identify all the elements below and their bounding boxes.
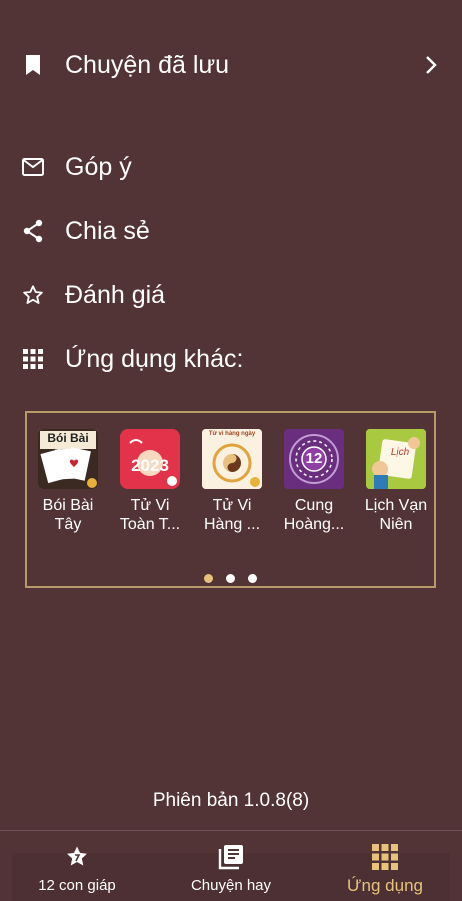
menu-label: Góp ý [65,152,132,181]
menu-label: Đánh giá [65,280,166,309]
tab-12-con-giap[interactable]: 12 con giáp [0,831,154,901]
menu-item-rate[interactable]: Đánh giá [0,267,462,323]
tab-ung-dung[interactable]: Ứng dụng [308,831,462,901]
pager-dot[interactable] [226,574,235,583]
pager-dot[interactable] [248,574,257,583]
tile-text: Tử vi hàng ngày [208,431,256,437]
pager-dot-active[interactable] [204,574,213,583]
tu-vi-2023-app-icon: 2023 [120,429,180,489]
star-icon [63,843,91,871]
tu-vi-hang-ngay-app-icon: Tử vi hàng ngày [202,429,262,489]
version-label: Phiên bản 1.0.8(8) [152,790,310,811]
tab-label: 12 con giáp [38,877,116,894]
menu-item-share[interactable]: Chia sẻ [0,203,462,259]
menu-label: Chia sẻ [65,216,150,245]
grid-icon [371,843,399,871]
book-icon [217,843,245,871]
tab-label: Chuyện hay [190,877,272,894]
boi-bai-app-icon: Bói Bài [38,429,98,489]
bookmark-icon [20,52,46,78]
pager-dots [27,574,434,583]
zodiac-app-icon: 12 [284,429,344,489]
other-apps-carousel[interactable]: Bói Bài Bói BàiTây 2023 Tử ViToàn T... [25,411,436,588]
tile-text: 12 [305,450,323,467]
tile-text: 2023 [131,456,169,475]
tab-label: Ứng dụng [347,876,423,895]
app-name: Tử Vi Toàn T... [119,497,181,533]
app-item-tu-vi-toan-thu[interactable]: 2023 Tử Vi Toàn T... [109,429,191,534]
app-item-lich-van-nien[interactable]: Lịch Lịch Vạn Niên [355,429,437,534]
app-item-cung-hoang-dao[interactable]: 12 Cung Hoàng... [273,429,355,534]
menu-item-feedback[interactable]: Góp ý [0,139,462,195]
app-item-tu-vi-hang-ngay[interactable]: Tử vi hàng ngày Tử Vi Hàng ... [191,429,273,534]
share-icon [20,218,46,244]
lich-van-nien-app-icon: Lịch [366,429,426,489]
app-name: Lịch Vạn Niên [364,497,428,533]
app-name: Bói Bài Tây [42,497,94,533]
mail-icon [20,154,46,180]
app-item-boi-bai-tay[interactable]: Bói Bài Bói Bài Tây [27,429,109,534]
chevron-right-icon [422,52,440,78]
star-outline-icon [20,282,46,308]
menu-item-saved-stories[interactable]: Chuyện đã lưu [0,37,462,93]
app-name: Tử Vi Hàng ... [203,497,261,533]
grid-icon [20,346,46,372]
tab-chuyen-hay[interactable]: Chuyện hay [154,831,308,901]
app-name: Cung Hoàng... [283,497,345,533]
tile-text: Lịch [390,447,410,458]
section-label: Ứng dụng khác: [65,344,244,373]
tile-text: Bói Bài [47,431,89,445]
menu-label: Chuyện đã lưu [65,50,230,79]
bottom-navigation: 12 con giáp Chuyện hay Ứng dụng [0,830,462,901]
menu-item-other-apps: Ứng dụng khác: [0,331,462,387]
